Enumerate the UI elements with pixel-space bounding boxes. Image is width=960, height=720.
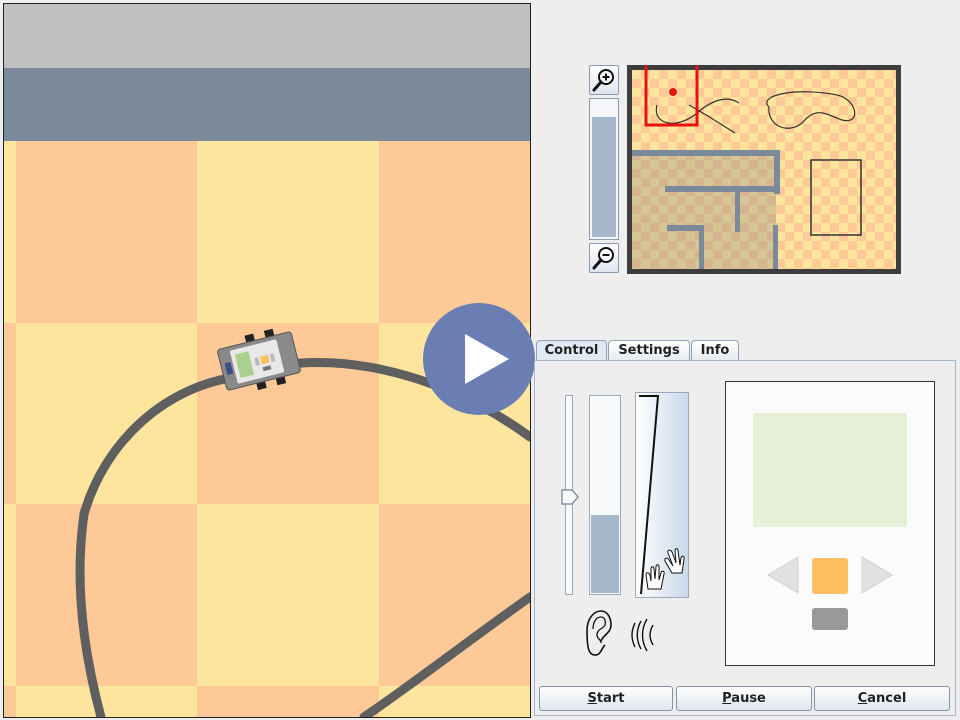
zoom-out-magnifier-icon <box>592 247 614 270</box>
play-icon[interactable] <box>423 303 535 415</box>
level-meter-fill <box>591 515 619 593</box>
hand-touch-icon <box>645 548 685 590</box>
robot-brick-panel <box>725 381 935 666</box>
touch-sensor-panel[interactable] <box>635 392 689 598</box>
left-arrow-icon[interactable] <box>766 555 800 595</box>
minimap-robot-marker <box>669 88 677 96</box>
touch-sensor-graph <box>639 395 685 595</box>
sound-waves-icon <box>631 618 654 652</box>
start-button[interactable]: Start <box>539 686 673 711</box>
cancel-button[interactable]: Cancel <box>814 686 950 711</box>
start-button-label: Start <box>587 691 625 706</box>
tab-info[interactable]: Info <box>691 340 739 361</box>
wall-top <box>4 4 530 68</box>
pause-button[interactable]: Pause <box>676 686 812 711</box>
control-panel <box>534 360 956 716</box>
zoom-in-button[interactable] <box>589 65 619 95</box>
cancel-button-label: Cancel <box>857 691 907 706</box>
zoom-in-magnifier-icon <box>592 69 614 92</box>
right-panel: Control Settings Info Start Pause Cancel <box>532 0 960 720</box>
zoom-slider-fill <box>592 117 616 237</box>
pause-button-label: Pause <box>722 691 766 706</box>
enter-button[interactable] <box>812 558 848 594</box>
zoom-slider[interactable] <box>589 98 619 240</box>
robot-lcd-screen <box>753 413 907 527</box>
escape-button[interactable] <box>812 608 848 630</box>
tab-control[interactable]: Control <box>536 340 607 361</box>
motor-slider-thumb[interactable] <box>561 489 579 505</box>
right-arrow-icon[interactable] <box>860 555 894 595</box>
minimap[interactable] <box>627 65 901 274</box>
tab-settings[interactable]: Settings <box>608 340 690 361</box>
zoom-out-button[interactable] <box>589 243 619 273</box>
minimap-canvas[interactable] <box>627 65 901 274</box>
wall-face <box>4 68 530 141</box>
level-meter <box>589 395 621 595</box>
ear-icon <box>586 610 612 656</box>
